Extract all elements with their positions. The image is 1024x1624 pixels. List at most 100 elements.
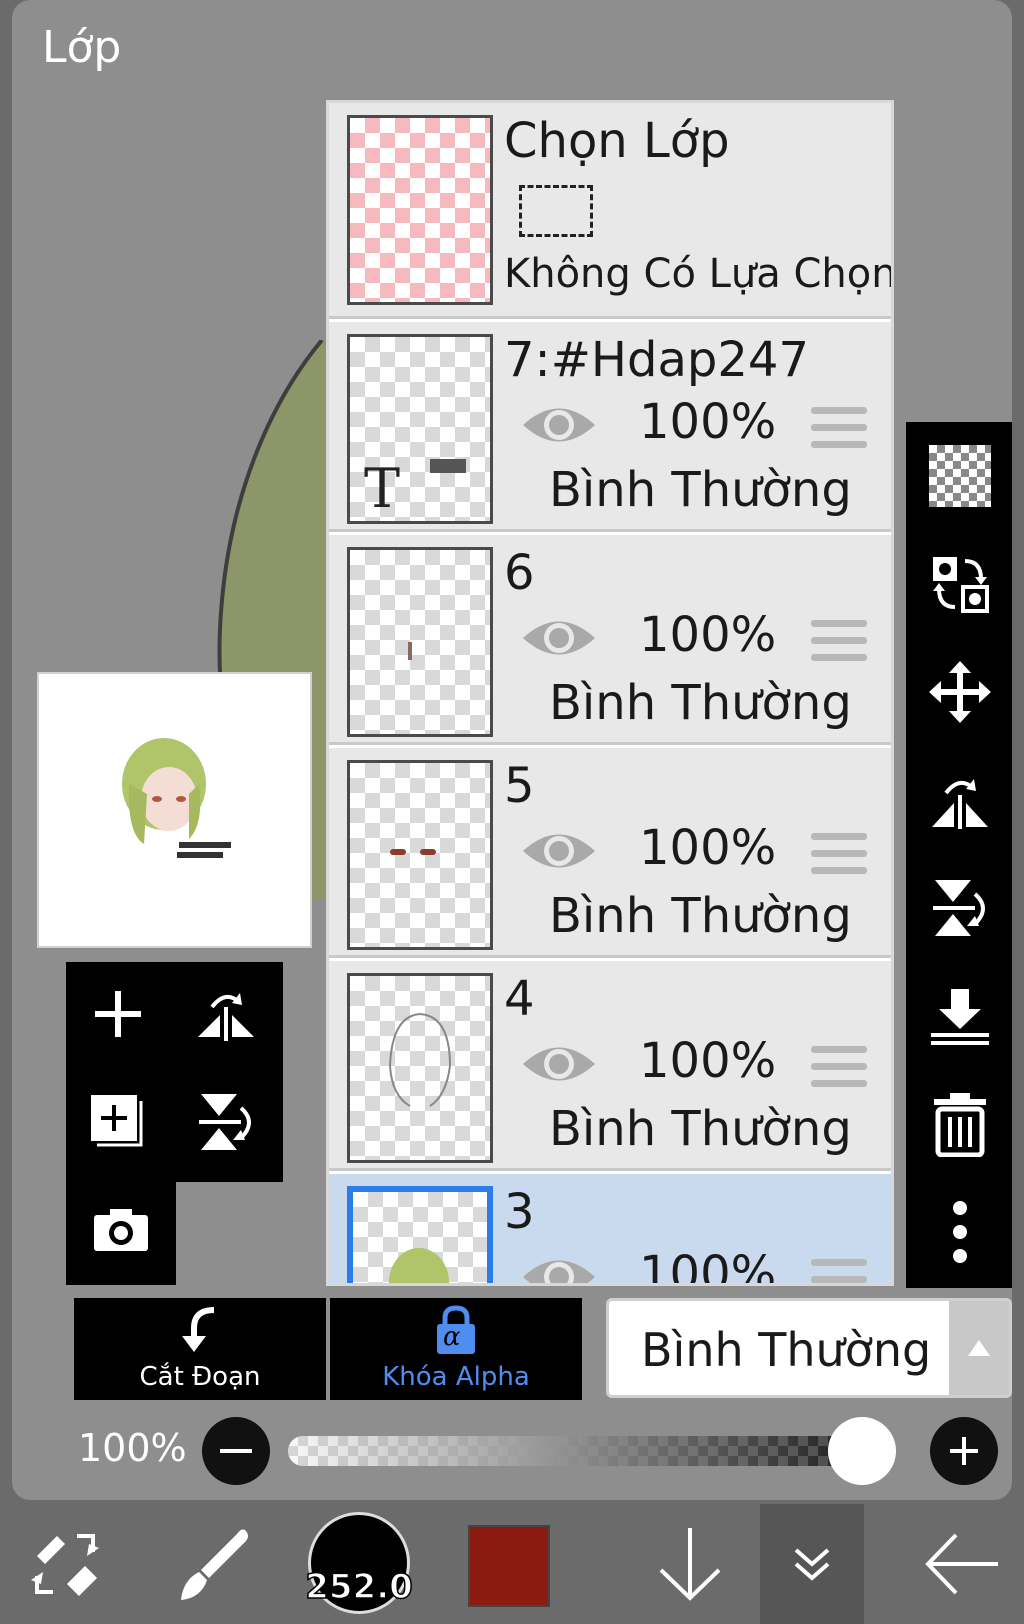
layer-row[interactable]: 5 100% Bình Thường — [329, 748, 891, 958]
layer-add-copy-icon — [91, 1095, 143, 1147]
layer-thumbnail-content — [420, 849, 436, 855]
opacity-decrease-button[interactable] — [202, 1417, 270, 1485]
visibility-eye-icon[interactable] — [519, 400, 599, 450]
layer-opacity: 100% — [639, 1033, 777, 1089]
drag-handle-icon[interactable] — [811, 1259, 867, 1283]
drag-handle-icon[interactable] — [811, 833, 867, 875]
drag-handle-icon[interactable] — [811, 1046, 867, 1088]
flip-vertical-button-right[interactable] — [906, 854, 1012, 962]
trash-icon — [934, 1093, 986, 1157]
opacity-slider[interactable] — [288, 1436, 886, 1466]
checkerboard-icon — [929, 445, 991, 507]
layer-name: 5 — [504, 758, 535, 814]
layer-thumbnail-content — [389, 1248, 449, 1283]
layer-thumbnail-content — [389, 1012, 452, 1107]
swap-layer-button[interactable] — [906, 530, 1012, 638]
visibility-eye-icon[interactable] — [519, 1252, 599, 1286]
layer-tools-right — [906, 422, 1012, 1288]
brush-eraser-switch-icon — [31, 1534, 99, 1596]
add-copy-layer-button[interactable] — [66, 1070, 170, 1174]
swap-icon — [933, 557, 989, 613]
camera-import-button[interactable] — [69, 1178, 173, 1282]
flip-horizontal-button[interactable] — [174, 962, 278, 1066]
text-layer-mark: T — [364, 457, 401, 520]
layer-down-button[interactable] — [630, 1504, 750, 1624]
selection-layer-row[interactable]: Chọn Lớp Không Có Lựa Chọn — [329, 103, 891, 319]
layer-panel: Lớp Chọn Lớp Không Có Lựa Chọn T 7:#Hdap… — [12, 0, 1012, 1500]
selection-layer-thumbnail — [347, 115, 493, 305]
brush-tool-button[interactable] — [150, 1504, 280, 1624]
brush-size-button[interactable]: 252.0 — [304, 1512, 414, 1614]
layer-thumbnail — [347, 547, 493, 737]
flip-vertical-icon — [933, 880, 985, 936]
brush-icon — [181, 1529, 248, 1600]
plus-icon — [950, 1437, 978, 1465]
blend-mode-select[interactable]: Bình Thường — [606, 1298, 1012, 1398]
color-swatch-button[interactable] — [468, 1525, 550, 1607]
opacity-value: 100% — [78, 1426, 187, 1470]
layer-opacity: 100% — [639, 607, 777, 663]
preview-artwork — [122, 738, 231, 858]
visibility-eye-icon[interactable] — [519, 1039, 599, 1089]
arrow-down-icon — [659, 1528, 721, 1601]
layer-tools-left — [66, 962, 283, 1182]
triangle-up-icon — [968, 1340, 990, 1356]
alpha-glyph: α — [443, 1322, 461, 1352]
flip-vertical-button[interactable] — [174, 1070, 278, 1174]
transparent-fill-button[interactable] — [906, 422, 1012, 530]
layer-thumbnail-content — [408, 642, 412, 660]
selection-marquee-icon — [519, 185, 593, 237]
layer-blend-mode: Bình Thường — [549, 462, 852, 518]
double-chevron-down-icon — [794, 1548, 830, 1581]
layer-list[interactable]: Chọn Lớp Không Có Lựa Chọn T 7:#Hdap247 … — [326, 100, 894, 1286]
blend-mode-dropdown-arrow[interactable] — [949, 1301, 1009, 1395]
flip-vertical-icon — [199, 1094, 251, 1150]
tool-switch-button[interactable] — [0, 1504, 130, 1624]
text-layer-preview — [430, 459, 466, 473]
alpha-lock-button[interactable]: α Khóa Alpha — [330, 1298, 582, 1400]
selection-layer-title: Chọn Lớp — [504, 113, 730, 169]
move-layer-button[interactable] — [906, 638, 1012, 746]
layer-blend-mode: Bình Thường — [549, 675, 852, 731]
app-root: Lớp Chọn Lớp Không Có Lựa Chọn T 7:#Hdap… — [0, 0, 1024, 1624]
layer-blend-mode: Bình Thường — [549, 1101, 852, 1157]
camera-tool-box — [66, 1175, 176, 1285]
alpha-lock-label: Khóa Alpha — [382, 1362, 530, 1392]
visibility-eye-icon[interactable] — [519, 826, 599, 876]
merge-down-button[interactable] — [906, 962, 1012, 1070]
layer-row[interactable]: 4 100% Bình Thường — [329, 961, 891, 1171]
layer-name: 3 — [504, 1184, 535, 1240]
layer-thumbnail — [347, 760, 493, 950]
layers-panel-button[interactable] — [760, 1504, 864, 1624]
layer-opacity: 100% — [639, 1246, 777, 1286]
merge-down-icon — [931, 989, 989, 1045]
delete-layer-button[interactable] — [906, 1070, 1012, 1178]
camera-icon — [94, 1209, 148, 1251]
layer-name: 6 — [504, 545, 535, 601]
flip-horizontal-button-right[interactable] — [906, 746, 1012, 854]
arrow-left-icon — [925, 1533, 998, 1595]
canvas-preview[interactable] — [37, 672, 312, 948]
more-options-button[interactable] — [906, 1178, 1012, 1286]
visibility-eye-icon[interactable] — [519, 613, 599, 663]
drag-handle-icon[interactable] — [811, 407, 867, 449]
layer-name: 4 — [504, 971, 535, 1027]
panel-title: Lớp — [42, 22, 122, 73]
layer-thumbnail: T — [347, 334, 493, 524]
clipping-button[interactable]: Cắt Đoạn — [74, 1298, 326, 1400]
opacity-increase-button[interactable] — [930, 1417, 998, 1485]
layer-thumbnail — [347, 973, 493, 1163]
layer-opacity: 100% — [639, 394, 777, 450]
layer-opacity: 100% — [639, 820, 777, 876]
layer-thumbnail — [347, 1186, 493, 1283]
add-layer-button[interactable] — [66, 962, 170, 1066]
more-vertical-icon — [953, 1201, 967, 1263]
move-icon — [929, 661, 991, 723]
layer-row[interactable]: 6 100% Bình Thường — [329, 535, 891, 745]
layer-row-active[interactable]: 3 100% — [329, 1174, 891, 1286]
opacity-slider-handle[interactable] — [828, 1417, 896, 1485]
drag-handle-icon[interactable] — [811, 620, 867, 662]
back-button[interactable] — [900, 1504, 1024, 1624]
layer-thumbnail-content — [390, 849, 406, 855]
layer-row[interactable]: T 7:#Hdap247 100% Bình Thường — [329, 322, 891, 532]
